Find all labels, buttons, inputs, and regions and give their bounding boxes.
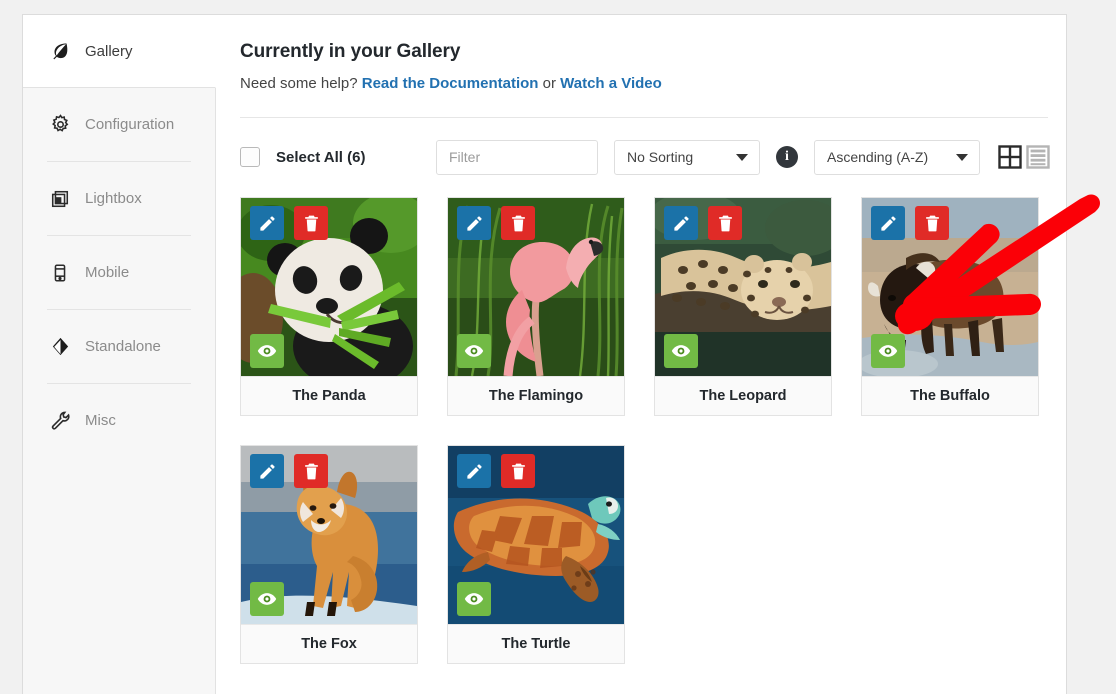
gallery-item-title: The Buffalo — [862, 376, 1038, 415]
delete-icon[interactable] — [501, 206, 535, 240]
page-title: Currently in your Gallery — [240, 41, 1060, 63]
edit-icon[interactable] — [457, 206, 491, 240]
sort-select-value: No Sorting — [627, 149, 693, 165]
plugin-settings-panel: Gallery Configuration Lightbox — [22, 14, 1067, 694]
sort-select[interactable]: No Sorting — [614, 140, 760, 175]
eye-icon[interactable] — [250, 582, 284, 616]
gallery-item-title: The Flamingo — [448, 376, 624, 415]
sidebar-item-label: Misc — [85, 412, 116, 429]
eye-icon[interactable] — [457, 582, 491, 616]
chevron-down-icon — [736, 154, 748, 161]
leaf-icon — [49, 40, 71, 62]
gallery-item-thumbnail[interactable] — [448, 198, 624, 376]
sidebar-item-label: Lightbox — [85, 190, 142, 207]
gallery-item-thumbnail[interactable] — [862, 198, 1038, 376]
gallery-item-thumbnail[interactable] — [448, 446, 624, 624]
sidebar-item-gallery[interactable]: Gallery — [23, 15, 216, 88]
gallery-content: Currently in your Gallery Need some help… — [216, 15, 1084, 694]
delete-icon[interactable] — [501, 454, 535, 488]
delete-icon[interactable] — [915, 206, 949, 240]
edit-icon[interactable] — [457, 454, 491, 488]
diamond-icon — [49, 336, 71, 358]
sidebar-item-configuration[interactable]: Configuration — [23, 88, 215, 161]
gallery-item[interactable]: The Flamingo — [447, 197, 625, 416]
edit-icon[interactable] — [664, 206, 698, 240]
delete-icon[interactable] — [708, 206, 742, 240]
sidebar-item-mobile[interactable]: Mobile — [23, 236, 215, 309]
gallery-item-thumbnail[interactable] — [241, 198, 417, 376]
sidebar-item-label: Gallery — [85, 43, 133, 60]
gear-icon — [49, 114, 71, 136]
sidebar-item-standalone[interactable]: Standalone — [23, 310, 215, 383]
edit-icon[interactable] — [250, 454, 284, 488]
layers-icon — [49, 188, 71, 210]
sidebar-item-label: Configuration — [85, 116, 174, 133]
help-middle: or — [538, 75, 560, 92]
delete-icon[interactable] — [294, 206, 328, 240]
gallery-item-title: The Turtle — [448, 624, 624, 663]
gallery-item[interactable]: The Turtle — [447, 445, 625, 664]
filter-input[interactable] — [436, 140, 598, 175]
edit-icon[interactable] — [250, 206, 284, 240]
eye-icon[interactable] — [250, 334, 284, 368]
gallery-item[interactable]: The Leopard — [654, 197, 832, 416]
gallery-item-thumbnail[interactable] — [241, 446, 417, 624]
sidebar-item-label: Mobile — [85, 264, 129, 281]
gallery-item-title: The Panda — [241, 376, 417, 415]
mobile-icon — [49, 262, 71, 284]
sidebar-item-label: Standalone — [85, 338, 161, 355]
sidebar-item-lightbox[interactable]: Lightbox — [23, 162, 215, 235]
eye-icon[interactable] — [457, 334, 491, 368]
eye-icon[interactable] — [871, 334, 905, 368]
list-view-icon[interactable] — [1026, 145, 1050, 169]
documentation-link[interactable]: Read the Documentation — [362, 75, 539, 92]
help-line: Need some help? Read the Documentation o… — [240, 75, 1060, 92]
gallery-item[interactable]: The Fox — [240, 445, 418, 664]
section-divider — [240, 117, 1048, 118]
order-select-value: Ascending (A-Z) — [827, 149, 928, 165]
watch-video-link[interactable]: Watch a Video — [560, 75, 662, 92]
delete-icon[interactable] — [294, 454, 328, 488]
sidebar-item-misc[interactable]: Misc — [23, 384, 215, 457]
select-all-control[interactable]: Select All (6) — [240, 147, 436, 167]
gallery-item-thumbnail[interactable] — [655, 198, 831, 376]
info-icon[interactable]: i — [776, 146, 798, 168]
sidebar: Gallery Configuration Lightbox — [23, 15, 216, 694]
help-prefix: Need some help? — [240, 75, 362, 92]
gallery-item-title: The Fox — [241, 624, 417, 663]
wrench-icon — [49, 410, 71, 432]
gallery-item-title: The Leopard — [655, 376, 831, 415]
select-all-checkbox[interactable] — [240, 147, 260, 167]
select-all-label: Select All (6) — [276, 149, 365, 166]
gallery-toolbar: Select All (6) No Sorting i Ascending (A… — [240, 139, 1060, 175]
order-select[interactable]: Ascending (A-Z) — [814, 140, 980, 175]
chevron-down-icon — [956, 154, 968, 161]
edit-icon[interactable] — [871, 206, 905, 240]
gallery-item[interactable]: The Panda — [240, 197, 418, 416]
gallery-item[interactable]: The Buffalo — [861, 197, 1039, 416]
eye-icon[interactable] — [664, 334, 698, 368]
grid-view-icon[interactable] — [998, 145, 1022, 169]
gallery-grid: The Panda — [240, 197, 1060, 664]
view-toggle-group — [998, 145, 1050, 169]
